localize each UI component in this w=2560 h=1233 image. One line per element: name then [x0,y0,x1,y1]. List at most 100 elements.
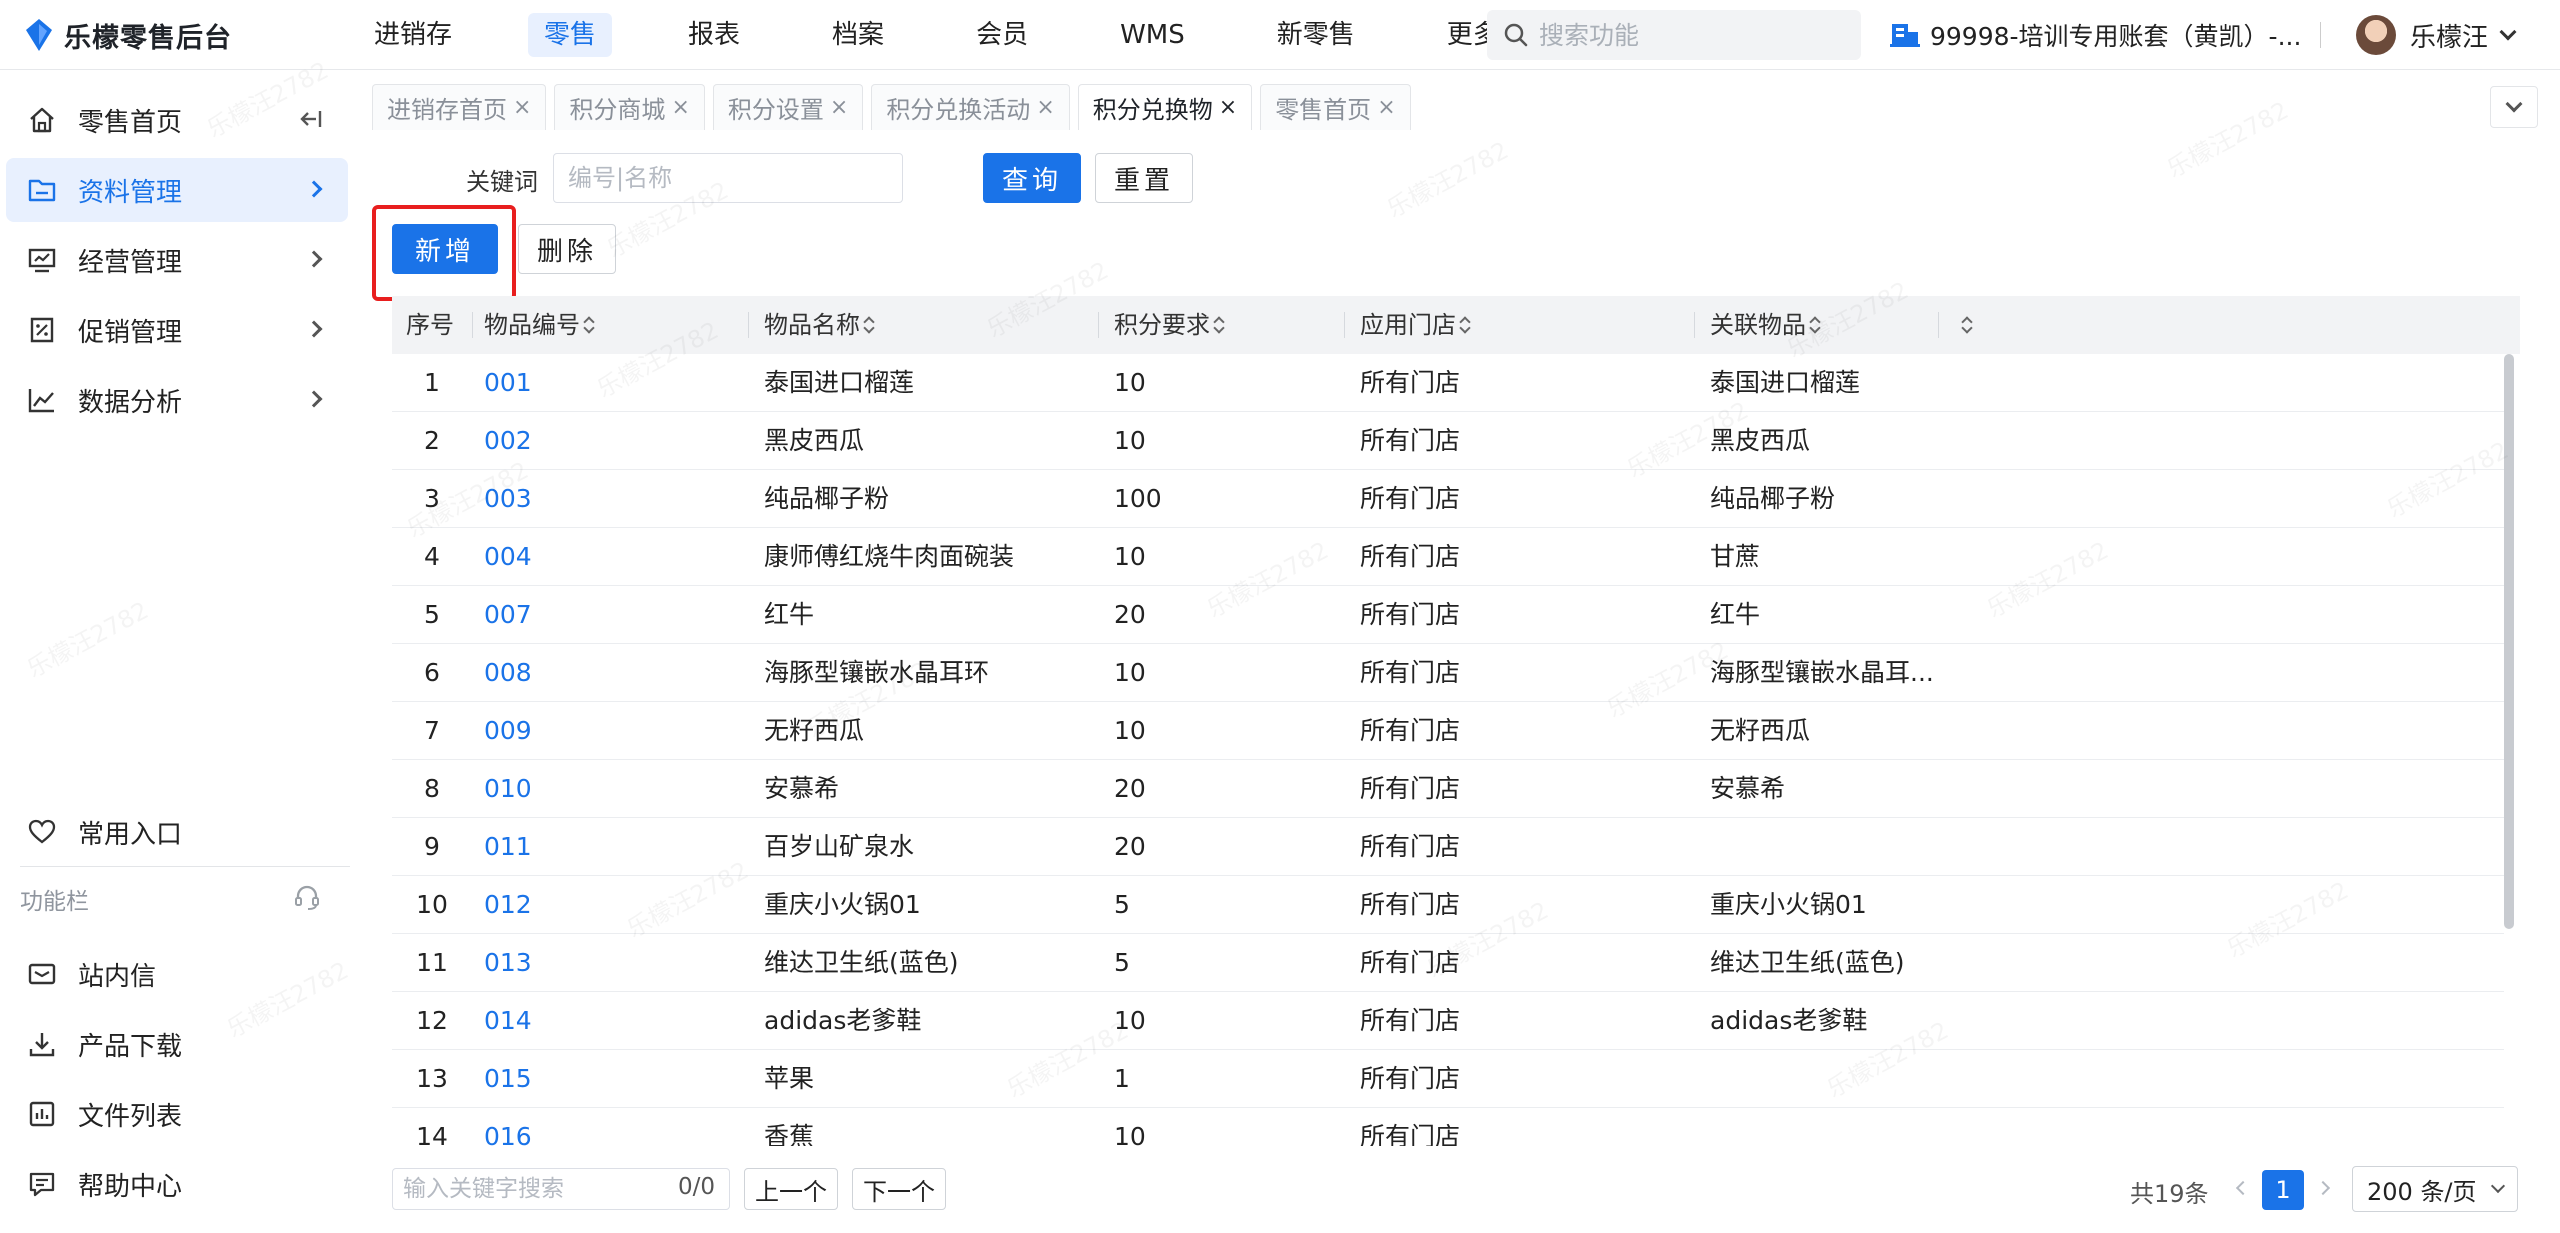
close-icon[interactable]: × [830,95,848,120]
tab-retail-home[interactable]: 零售首页 × [1260,84,1411,130]
table-row[interactable]: 4 004 康师傅红烧牛肉面碗装 10 所有门店 甘蔗 [392,528,2504,586]
account-switcher[interactable]: 99998-培训专用账套（黄凯）-... [1890,14,2301,56]
table-row[interactable]: 2 002 黑皮西瓜 10 所有门店 黑皮西瓜 [392,412,2504,470]
table-row[interactable]: 13 015 苹果 1 所有门店 [392,1050,2504,1108]
nav-archive[interactable]: 档案 [816,13,900,57]
cell-index: 12 [416,1006,448,1035]
close-icon[interactable]: × [513,95,531,120]
keyword-input[interactable] [553,153,903,203]
cell-item-code[interactable]: 003 [484,470,532,527]
headset-icon[interactable] [292,882,322,916]
function-search-input[interactable] [1539,20,1839,50]
close-icon[interactable]: × [1219,95,1237,120]
nav-wms[interactable]: WMS [1104,13,1201,57]
table-row[interactable]: 8 010 安慕希 20 所有门店 安慕希 [392,760,2504,818]
tab-points-mall[interactable]: 积分商城 × [554,84,705,130]
cell-points: 10 [1114,658,1146,687]
table-row[interactable]: 5 007 红牛 20 所有门店 红牛 [392,586,2504,644]
cell-item-code[interactable]: 008 [484,644,532,701]
app-logo[interactable]: 乐檬零售后台 [24,14,232,56]
tab-points-settings[interactable]: 积分设置 × [712,84,864,130]
next-page-icon[interactable] [2315,1180,2331,1196]
close-icon[interactable]: × [1036,95,1054,120]
sidebar-item-help[interactable]: 帮助中心 [0,1152,348,1216]
column-settings-sort[interactable] [1958,296,1972,354]
nav-members[interactable]: 会员 [960,13,1044,57]
table-row[interactable]: 1 001 泰国进口榴莲 10 所有门店 泰国进口榴莲 [392,354,2504,412]
collapse-sidebar-icon[interactable] [298,106,324,139]
sort-icon[interactable] [1214,315,1224,333]
tabs-dropdown-button[interactable] [2490,86,2538,128]
cell-item-code[interactable]: 015 [484,1050,532,1107]
reset-button[interactable]: 重置 [1095,153,1193,203]
find-next-button[interactable]: 下一个 [852,1168,946,1210]
sidebar-item-retail-home[interactable]: 零售首页 [0,88,348,152]
tab-points-exchange-activity[interactable]: 积分兑换活动 × [871,84,1070,130]
cell-item-name: 重庆小火锅01 [764,890,921,919]
prev-page-icon[interactable] [2235,1180,2251,1196]
nav-new-retail[interactable]: 新零售 [1261,13,1371,57]
sidebar-item-data-management[interactable]: 资料管理 [6,158,348,222]
sidebar-item-operations[interactable]: 经营管理 [0,228,348,292]
table-row[interactable]: 9 011 百岁山矿泉水 20 所有门店 [392,818,2504,876]
close-icon[interactable]: × [1377,95,1395,120]
cell-points: 5 [1114,948,1130,977]
tab-points-exchange-items[interactable]: 积分兑换物 × [1077,84,1253,130]
sidebar-item-downloads[interactable]: 产品下载 [0,1012,348,1076]
sidebar-item-favorites[interactable]: 常用入口 [0,800,348,864]
cell-item-code[interactable]: 011 [484,818,532,875]
column-header-item-name[interactable]: 物品名称 [764,296,874,354]
column-header-related-items[interactable]: 关联物品 [1710,296,1820,354]
sidebar-item-label: 资料管理 [78,177,183,208]
cell-item-code[interactable]: 016 [484,1108,532,1146]
page-size-select[interactable]: 200 条/页 [2352,1166,2518,1212]
function-search[interactable] [1487,10,1861,60]
close-icon[interactable]: × [671,95,689,120]
query-button[interactable]: 查询 [983,153,1081,203]
account-name: 99998-培训专用账套（黄凯）-... [1930,22,2302,51]
sidebar-item-messages[interactable]: 站内信 [0,942,348,1006]
cell-item-code[interactable]: 004 [484,528,532,585]
sort-icon[interactable] [1962,315,1972,333]
sidebar-item-promotion[interactable]: 促销管理 [0,298,348,362]
table-row[interactable]: 14 016 香蕉 10 所有门店 [392,1108,2504,1146]
cell-index: 1 [424,368,440,397]
cell-item-code[interactable]: 009 [484,702,532,759]
tab-label: 积分兑换活动 [886,96,1031,124]
column-header-item-code[interactable]: 物品编号 [484,296,594,354]
cell-item-code[interactable]: 007 [484,586,532,643]
home-icon [26,104,58,136]
column-header-points[interactable]: 积分要求 [1114,296,1224,354]
table-row[interactable]: 11 013 维达卫生纸(蓝色) 5 所有门店 维达卫生纸(蓝色) [392,934,2504,992]
sort-icon[interactable] [1460,315,1470,333]
table-scrollbar[interactable] [2504,354,2514,929]
cell-index: 3 [424,484,440,513]
nav-inventory[interactable]: 进销存 [358,13,468,57]
cell-item-code[interactable]: 002 [484,412,532,469]
cell-item-code[interactable]: 012 [484,876,532,933]
cell-item-code[interactable]: 010 [484,760,532,817]
find-prev-button[interactable]: 上一个 [744,1168,838,1210]
tab-inventory-home[interactable]: 进销存首页 × [372,84,547,130]
table-row[interactable]: 10 012 重庆小火锅01 5 所有门店 重庆小火锅01 [392,876,2504,934]
table-row[interactable]: 6 008 海豚型镶嵌水晶耳环 10 所有门店 海豚型镶嵌水晶耳... [392,644,2504,702]
table-row[interactable]: 12 014 adidas老爹鞋 10 所有门店 adidas老爹鞋 [392,992,2504,1050]
cell-item-code[interactable]: 001 [484,354,532,411]
cell-item-code[interactable]: 013 [484,934,532,991]
cell-item-name: 黑皮西瓜 [764,426,865,455]
cell-item-code[interactable]: 014 [484,992,532,1049]
user-menu[interactable]: 乐檬汪 [2356,12,2517,58]
sort-icon[interactable] [864,315,874,333]
sidebar-item-file-list[interactable]: 文件列表 [0,1082,348,1146]
cell-item-name: 泰国进口榴莲 [764,368,915,397]
delete-button[interactable]: 删除 [518,224,616,274]
table-row[interactable]: 3 003 纯品椰子粉 100 所有门店 纯品椰子粉 [392,470,2504,528]
page-number-current[interactable]: 1 [2262,1170,2304,1210]
sidebar-item-analytics[interactable]: 数据分析 [0,368,348,432]
sort-icon[interactable] [584,315,594,333]
nav-retail[interactable]: 零售 [528,13,613,57]
table-row[interactable]: 7 009 无籽西瓜 10 所有门店 无籽西瓜 [392,702,2504,760]
sort-icon[interactable] [1810,315,1820,333]
nav-reports[interactable]: 报表 [672,13,756,57]
column-header-stores[interactable]: 应用门店 [1360,296,1470,354]
